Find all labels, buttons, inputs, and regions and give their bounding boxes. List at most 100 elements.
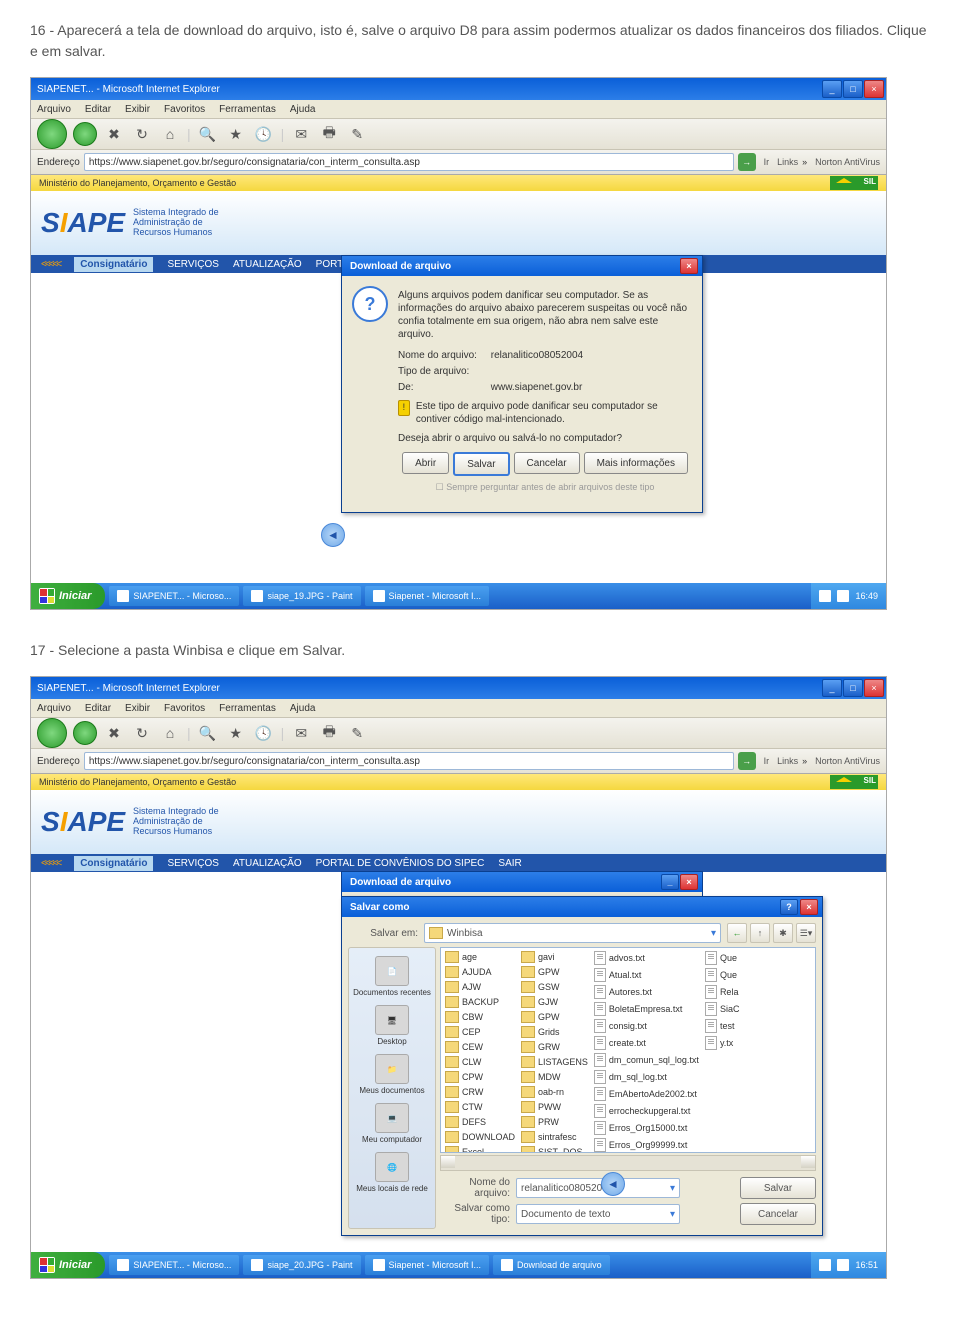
- go-button[interactable]: →: [738, 153, 756, 171]
- file-item[interactable]: GJW: [519, 995, 590, 1009]
- file-item[interactable]: BoletaEmpresa.txt: [592, 1001, 701, 1017]
- menu-exibir[interactable]: Exibir: [125, 104, 150, 115]
- menu-arquivo[interactable]: Arquivo: [37, 703, 71, 714]
- links-label[interactable]: Links: [777, 756, 798, 766]
- file-item[interactable]: MDW: [519, 1070, 590, 1084]
- file-item[interactable]: test: [703, 1018, 742, 1034]
- file-item[interactable]: Atual.txt: [592, 967, 701, 983]
- help-button[interactable]: ?: [780, 899, 798, 915]
- menu-editar[interactable]: Editar: [85, 703, 111, 714]
- go-button[interactable]: →: [738, 752, 756, 770]
- search-icon[interactable]: 🔍: [197, 722, 219, 744]
- cancel-button[interactable]: Cancelar: [740, 1203, 816, 1225]
- file-item[interactable]: CBW: [443, 1010, 517, 1024]
- place-mycomputer[interactable]: 💻Meu computador: [351, 1099, 433, 1148]
- stop-icon[interactable]: ✖: [103, 123, 125, 145]
- cancel-button[interactable]: Cancelar: [514, 452, 580, 474]
- nav-forward-button[interactable]: [73, 122, 97, 146]
- file-item[interactable]: dm_sql_log.txt: [592, 1069, 701, 1085]
- stop-icon[interactable]: ✖: [103, 722, 125, 744]
- task-paint[interactable]: siape_19.JPG - Paint: [243, 586, 360, 606]
- file-item[interactable]: dm_comun_sql_log.txt: [592, 1052, 701, 1068]
- place-recent[interactable]: 📄Documentos recentes: [351, 952, 433, 1001]
- file-item[interactable]: gavi: [519, 950, 590, 964]
- file-item[interactable]: PRW: [519, 1115, 590, 1129]
- page-back-icon[interactable]: ◄: [601, 1172, 625, 1196]
- tab-servicos[interactable]: SERVIÇOS: [167, 259, 219, 270]
- home-icon[interactable]: ⌂: [159, 123, 181, 145]
- menu-arquivo[interactable]: Arquivo: [37, 104, 71, 115]
- file-item[interactable]: CPW: [443, 1070, 517, 1084]
- back-button[interactable]: ←: [727, 923, 747, 943]
- file-item[interactable]: advos.txt: [592, 950, 701, 966]
- mini-close-button[interactable]: ×: [680, 874, 698, 890]
- task-download[interactable]: Download de arquivo: [493, 1255, 610, 1275]
- tab-portal[interactable]: PORTAL DE CONVÊNIOS DO SIPEC: [316, 858, 485, 869]
- more-info-button[interactable]: Mais informações: [584, 452, 688, 474]
- file-item[interactable]: Erros_Org15000.txt: [592, 1120, 701, 1136]
- task-paint[interactable]: siape_20.JPG - Paint: [243, 1255, 360, 1275]
- minimize-button[interactable]: _: [822, 80, 842, 98]
- mini-min-button[interactable]: _: [661, 874, 679, 890]
- history-icon[interactable]: 🕓: [253, 722, 275, 744]
- file-list[interactable]: ageAJUDAAJWBACKUPCBWCEPCEWCLWCPWCRWCTWDE…: [440, 947, 816, 1153]
- favorites-icon[interactable]: ★: [225, 722, 247, 744]
- save-button[interactable]: Salvar: [453, 452, 509, 476]
- tab-consignatario[interactable]: Consignatário: [74, 856, 153, 871]
- menu-ferramentas[interactable]: Ferramentas: [219, 104, 276, 115]
- task-siapenet[interactable]: SIAPENET... - Microso...: [109, 1255, 239, 1275]
- print-icon[interactable]: 🖶: [318, 123, 340, 145]
- saveas-close-button[interactable]: ×: [800, 899, 818, 915]
- nav-back-button[interactable]: [37, 718, 67, 748]
- search-icon[interactable]: 🔍: [197, 123, 219, 145]
- file-item[interactable]: CEW: [443, 1040, 517, 1054]
- file-item[interactable]: DEFS: [443, 1115, 517, 1129]
- address-input[interactable]: https://www.siapenet.gov.br/seguro/consi…: [84, 153, 734, 171]
- file-item[interactable]: create.txt: [592, 1035, 701, 1051]
- tab-atualizacao[interactable]: ATUALIZAÇÃO: [233, 259, 302, 270]
- dialog-close-button[interactable]: ×: [680, 258, 698, 274]
- tab-atualizacao[interactable]: ATUALIZAÇÃO: [233, 858, 302, 869]
- menu-favoritos[interactable]: Favoritos: [164, 104, 205, 115]
- file-item[interactable]: age: [443, 950, 517, 964]
- file-item[interactable]: sintrafesc: [519, 1130, 590, 1144]
- filename-input[interactable]: relanalitico08052004▾: [516, 1178, 680, 1198]
- file-item[interactable]: Erros_Org99999.txt: [592, 1137, 701, 1153]
- print-icon[interactable]: 🖶: [318, 722, 340, 744]
- place-network[interactable]: 🌐Meus locais de rede: [351, 1148, 433, 1197]
- minimize-button[interactable]: _: [822, 679, 842, 697]
- file-item[interactable]: Que: [703, 967, 742, 983]
- file-item[interactable]: Rela: [703, 984, 742, 1000]
- address-input[interactable]: https://www.siapenet.gov.br/seguro/consi…: [84, 752, 734, 770]
- history-icon[interactable]: 🕓: [253, 123, 275, 145]
- file-item[interactable]: CEP: [443, 1025, 517, 1039]
- newfolder-button[interactable]: ✱: [773, 923, 793, 943]
- tray-icon[interactable]: [837, 590, 849, 602]
- home-icon[interactable]: ⌂: [159, 722, 181, 744]
- filetype-combo[interactable]: Documento de texto▾: [516, 1204, 680, 1224]
- task-siapenet[interactable]: SIAPENET... - Microso...: [109, 586, 239, 606]
- save-button[interactable]: Salvar: [740, 1177, 816, 1199]
- file-item[interactable]: consig.txt: [592, 1018, 701, 1034]
- file-item[interactable]: Excel: [443, 1145, 517, 1153]
- file-item[interactable]: AJW: [443, 980, 517, 994]
- tab-consignatario[interactable]: Consignatário: [74, 257, 153, 272]
- file-item[interactable]: y.tx: [703, 1035, 742, 1051]
- menu-favoritos[interactable]: Favoritos: [164, 703, 205, 714]
- maximize-button[interactable]: □: [843, 679, 863, 697]
- tray-icon[interactable]: [837, 1259, 849, 1271]
- file-item[interactable]: CLW: [443, 1055, 517, 1069]
- refresh-icon[interactable]: ↻: [131, 123, 153, 145]
- file-item[interactable]: PWW: [519, 1100, 590, 1114]
- file-item[interactable]: GPW: [519, 1010, 590, 1024]
- mail-icon[interactable]: ✉: [290, 123, 312, 145]
- menu-ajuda[interactable]: Ajuda: [290, 703, 316, 714]
- file-item[interactable]: BACKUP: [443, 995, 517, 1009]
- file-item[interactable]: LISTAGENS: [519, 1055, 590, 1069]
- horizontal-scrollbar[interactable]: [440, 1155, 816, 1171]
- file-item[interactable]: GRW: [519, 1040, 590, 1054]
- up-button[interactable]: ↑: [750, 923, 770, 943]
- tab-sair[interactable]: SAIR: [498, 858, 521, 869]
- nav-back-button[interactable]: [37, 119, 67, 149]
- always-ask-checkbox[interactable]: ☐ Sempre perguntar antes de abrir arquiv…: [398, 478, 692, 502]
